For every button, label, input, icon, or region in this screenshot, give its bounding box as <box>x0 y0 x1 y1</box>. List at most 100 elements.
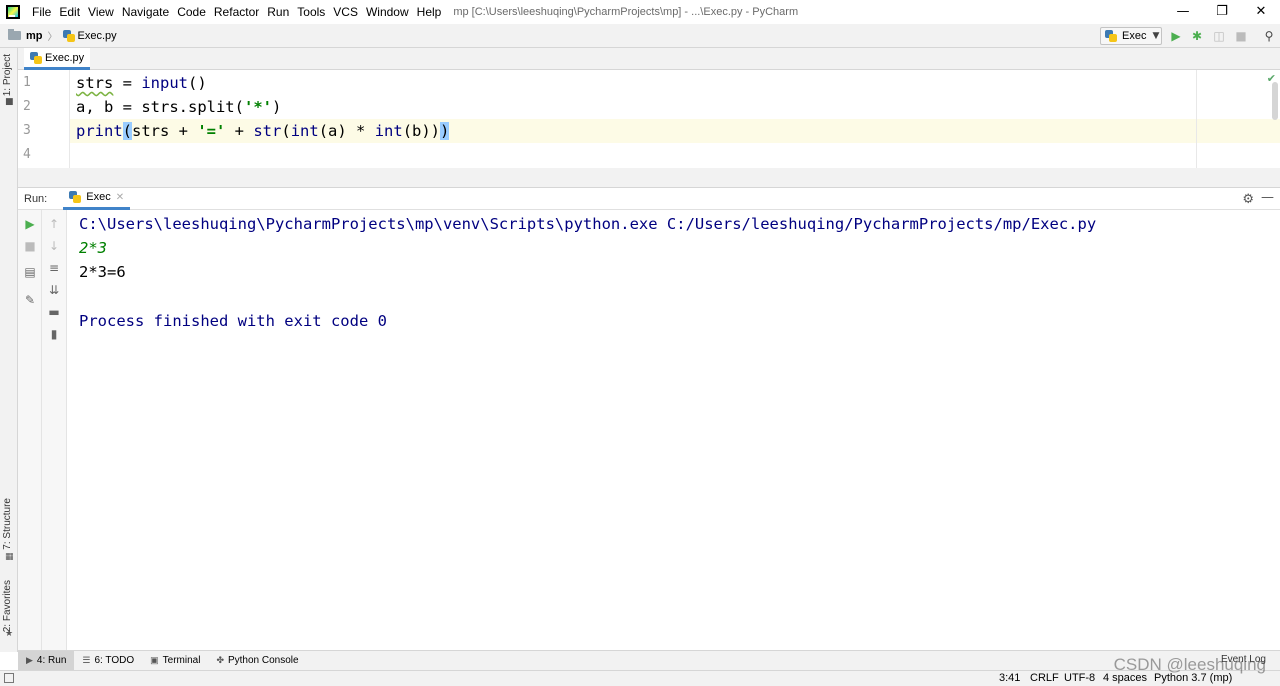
menu-vcs[interactable]: VCS <box>329 0 362 24</box>
editor-tab-label: Exec.py <box>45 51 85 64</box>
bottom-tool-tabs: ▶ 4: Run ☰ 6: TODO ▣ Terminal ✤ Python C… <box>18 650 1280 671</box>
menu-refactor[interactable]: Refactor <box>210 0 263 24</box>
python-file-icon <box>30 51 42 64</box>
menu-window[interactable]: Window <box>362 0 413 24</box>
status-bar: 3:41 CRLF UTF-8 4 spaces Python 3.7 (mp) <box>0 670 1280 686</box>
soft-wrap-icon[interactable]: ≡ <box>46 260 62 276</box>
structure-tool-tab[interactable]: 7: Structure <box>2 498 13 550</box>
line-number: 4 <box>23 147 31 162</box>
matching-brace: ) <box>440 122 450 140</box>
caret-position[interactable]: 3:41 <box>999 672 1020 684</box>
console-command-line: C:\Users\leeshuqing\PycharmProjects\mp\v… <box>79 215 1097 233</box>
close-tab-icon[interactable]: ✕ <box>116 192 124 203</box>
editor-tab-exec[interactable]: Exec.py <box>24 48 91 70</box>
window-title: mp [C:\Users\leeshuqing\PycharmProjects\… <box>453 6 799 18</box>
console-user-input: 2*3 <box>79 239 107 257</box>
menu-tools[interactable]: Tools <box>293 0 329 24</box>
file-encoding[interactable]: UTF-8 <box>1064 672 1095 684</box>
list-icon: ☰ <box>82 655 91 665</box>
arrow-down-icon[interactable]: ↓ <box>46 238 62 254</box>
toggle-tool-windows-icon[interactable] <box>4 673 14 683</box>
editor-scrollbar[interactable] <box>1272 82 1278 120</box>
code-line-1: strs = input() <box>76 71 1196 95</box>
line-number: 2 <box>23 99 31 114</box>
menu-code[interactable]: Code <box>173 0 210 24</box>
favorites-tool-tab[interactable]: 2: Favorites <box>2 580 13 632</box>
code-token: int <box>290 122 319 140</box>
tool-tab-label: Terminal <box>162 655 201 666</box>
code-editor[interactable]: 1 2 3 4 strs = input() a, b = strs.split… <box>18 70 1280 168</box>
code-token: + <box>225 122 254 140</box>
menu-navigate[interactable]: Navigate <box>118 0 173 24</box>
code-token: strs + <box>132 122 198 140</box>
tool-tab-run[interactable]: ▶ 4: Run <box>18 650 75 671</box>
code-token: (a) * <box>318 122 375 140</box>
close-button[interactable]: ✕ <box>1242 0 1280 24</box>
coverage-icon[interactable]: ◫ <box>1211 28 1227 44</box>
python-file-icon <box>1105 30 1117 42</box>
run-panel-title: Run: <box>24 192 48 205</box>
breadcrumb-file[interactable]: Exec.py <box>78 30 117 42</box>
menu-run[interactable]: Run <box>263 0 293 24</box>
maximize-button[interactable]: ❐ <box>1203 0 1241 24</box>
code-token: (b)) <box>402 122 441 140</box>
code-token: ( <box>281 122 291 140</box>
code-token: input <box>141 74 188 92</box>
menu-file[interactable]: File <box>28 0 55 24</box>
project-tool-tab[interactable]: 1: Project <box>2 54 13 96</box>
run-icon[interactable]: ▶ <box>1168 28 1184 44</box>
editor-tab-bar: Exec.py <box>18 48 1280 70</box>
run-configuration-select[interactable]: Exec ▼ <box>1100 27 1162 45</box>
breadcrumb-separator-icon: 〉 <box>47 32 58 43</box>
code-token: a, b = strs.split( <box>76 98 244 116</box>
code-token: '=' <box>197 122 226 140</box>
code-token: ) <box>271 98 282 116</box>
code-line-2: a, b = strs.split('*') <box>76 95 1196 119</box>
trash-icon[interactable]: ▮ <box>46 326 62 342</box>
stop-icon[interactable]: ■ <box>22 238 38 254</box>
gear-icon[interactable]: ⚙ <box>1242 192 1254 207</box>
star-icon: ★ <box>5 629 14 639</box>
editor-breadcrumb-bar <box>18 168 1280 188</box>
line-separator[interactable]: CRLF <box>1030 672 1059 684</box>
pycharm-logo-icon <box>6 5 20 19</box>
hide-panel-icon[interactable]: — <box>1261 190 1274 205</box>
menu-edit[interactable]: Edit <box>55 0 84 24</box>
right-margin-guide <box>1196 70 1197 168</box>
console-output: 2*3=6 <box>79 263 126 281</box>
run-toolbar-secondary: ↑ ↓ ≡ ⇊ ▬ ▮ <box>42 210 67 650</box>
code-token: str <box>253 122 282 140</box>
minimize-button[interactable]: — <box>1164 0 1202 24</box>
breadcrumb-project[interactable]: mp <box>26 30 43 42</box>
debug-icon[interactable]: ✱ <box>1189 28 1205 44</box>
tool-tab-terminal[interactable]: ▣ Terminal <box>142 651 208 671</box>
line-number: 1 <box>23 75 31 90</box>
menu-view[interactable]: View <box>84 0 118 24</box>
pin-icon[interactable]: ✎ <box>22 292 38 308</box>
project-folder-icon: ■ <box>5 97 14 107</box>
menu-help[interactable]: Help <box>413 0 446 24</box>
code-token: int <box>374 122 403 140</box>
navigation-bar: mp 〉 Exec.py <box>0 24 1280 48</box>
stop-icon[interactable]: ■ <box>1233 28 1249 44</box>
python-file-icon <box>69 191 82 203</box>
python-file-icon <box>62 29 75 42</box>
run-configuration-label: Exec <box>1122 30 1147 42</box>
scroll-to-end-icon[interactable]: ⇊ <box>46 282 62 298</box>
search-icon[interactable]: ⚲ <box>1261 28 1277 44</box>
run-tab-exec[interactable]: Exec ✕ <box>63 188 131 210</box>
left-tool-strip: 1: Project ■ 7: Structure ▦ 2: Favorites… <box>0 48 18 652</box>
arrow-up-icon[interactable]: ↑ <box>46 216 62 232</box>
run-tab-label: Exec <box>86 191 111 203</box>
tool-tab-todo[interactable]: ☰ 6: TODO <box>74 651 142 671</box>
rerun-icon[interactable]: ▶ <box>22 216 38 232</box>
print-icon[interactable]: ▬ <box>46 304 62 320</box>
restore-layout-icon[interactable]: ▤ <box>22 264 38 280</box>
tool-tab-python-console[interactable]: ✤ Python Console <box>208 651 306 671</box>
line-number-gutter: 1 2 3 4 <box>18 70 70 168</box>
tool-tab-label: 4: Run <box>36 655 67 666</box>
code-token: strs <box>76 74 114 92</box>
tool-tab-label: 6: TODO <box>94 655 135 666</box>
run-console[interactable]: C:\Users\leeshuqing\PycharmProjects\mp\v… <box>67 210 1280 650</box>
structure-icon: ▦ <box>5 552 14 562</box>
